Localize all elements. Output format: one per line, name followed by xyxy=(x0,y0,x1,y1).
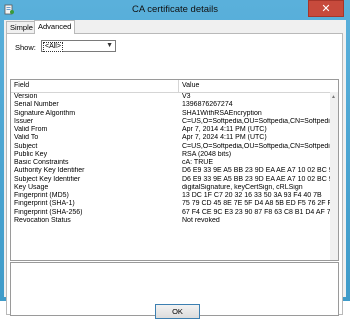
field-name: Authority Key Identifier xyxy=(14,167,85,175)
field-name: Fingerprint (SHA-1) xyxy=(14,200,75,208)
field-name: Valid To xyxy=(14,134,39,142)
field-value: SHA1WithRSAEncryption xyxy=(182,109,262,117)
field-value: 13 DC 1F C7 20 32 16 33 50 3A 93 F4 40 7… xyxy=(182,192,322,199)
table-row[interactable]: Key Usage digitalSignature, keyCertSign, … xyxy=(11,184,338,192)
scroll-up-arrow-icon[interactable]: ▲ xyxy=(331,94,336,100)
tab-simple[interactable]: Simple xyxy=(6,21,37,33)
table-row[interactable]: Revocation Status Not revoked xyxy=(11,217,338,225)
field-value: V3 xyxy=(182,93,191,100)
field-name: Basic Constraints xyxy=(14,159,69,166)
advanced-panel: Show: <All> ▼ Field Value Version V3 Seri… xyxy=(6,33,343,316)
field-value: C=US,O=Softpedia,OU=Softpedia,CN=Softped… xyxy=(182,142,334,150)
table-row[interactable]: Signature Algorithm SHA1WithRSAEncryption xyxy=(11,110,338,118)
dialog-window: CA certificate details ✕ Simple Advanced… xyxy=(0,0,350,319)
field-value: Not revoked xyxy=(182,216,220,224)
column-header-field[interactable]: Field xyxy=(14,82,29,89)
vertical-scrollbar[interactable]: ▲ xyxy=(330,92,338,260)
field-name: Key Usage xyxy=(14,183,49,191)
field-value: D6 E9 33 9E A5 BB 23 9D EA AE A7 10 02 B… xyxy=(182,167,335,175)
dialog-client-area: Simple Advanced Show: <All> ▼ Field Valu… xyxy=(4,20,346,319)
window-title: CA certificate details xyxy=(131,4,219,15)
field-name: Valid From xyxy=(14,126,48,133)
show-label: Show: xyxy=(15,43,36,52)
table-row[interactable]: Fingerprint (MD5) 13 DC 1F C7 20 32 16 33… xyxy=(11,192,338,200)
field-value: 75 79 CD 45 8E 7E 5F D4 A8 5B ED F5 76 2… xyxy=(182,200,335,208)
table-row[interactable]: Subject C=US,O=Softpedia,OU=Softpedia,CN=… xyxy=(11,143,338,151)
column-header-value[interactable]: Value xyxy=(182,82,199,89)
title-bar[interactable]: CA certificate details ✕ xyxy=(0,0,350,20)
tab-advanced[interactable]: Advanced xyxy=(34,20,76,34)
ok-button[interactable]: OK xyxy=(155,304,200,319)
table-row[interactable]: Public Key RSA (2048 bits) xyxy=(11,151,338,159)
field-name: Fingerprint (MD5) xyxy=(14,192,69,199)
field-value: C=US,O=Softpedia,OU=Softpedia,CN=Softped… xyxy=(182,117,334,125)
field-name: Issuer xyxy=(14,117,34,125)
close-icon: ✕ xyxy=(321,3,331,15)
close-button[interactable]: ✕ xyxy=(308,0,344,17)
field-name: Revocation Status xyxy=(14,216,71,224)
field-value: D6 E9 33 9E A5 BB 23 9D EA AE A7 10 02 B… xyxy=(182,175,335,183)
table-row[interactable]: Valid From Apr 7, 2014 4:11 PM (UTC) xyxy=(11,126,338,134)
table-header: Field Value xyxy=(11,80,338,93)
field-value: digitalSignature, keyCertSign, cRLSign xyxy=(182,183,303,191)
show-dropdown[interactable]: <All> ▼ xyxy=(41,40,116,52)
column-divider[interactable] xyxy=(178,80,179,92)
table-row[interactable]: Issuer C=US,O=Softpedia,OU=Softpedia,CN=S… xyxy=(11,118,338,126)
field-name: Serial Number xyxy=(14,101,59,109)
field-name: Version xyxy=(14,93,38,100)
field-name: Subject Key Identifier xyxy=(14,175,81,183)
field-name: Subject xyxy=(14,142,38,150)
table-row[interactable]: Serial Number 1396876267274 xyxy=(11,101,338,109)
field-name: Signature Algorithm xyxy=(14,109,76,117)
field-value: RSA (2048 bits) xyxy=(182,150,232,158)
table-row[interactable]: Version V3 xyxy=(11,93,338,101)
field-name: Public Key xyxy=(14,150,48,158)
chevron-down-icon: ▼ xyxy=(106,42,113,49)
field-value: 1396876267274 xyxy=(182,101,233,109)
field-value: Apr 7, 2024 4:11 PM (UTC) xyxy=(182,134,267,142)
table-row[interactable]: Fingerprint (SHA-256) 67 F4 CE 9C E3 23 9… xyxy=(11,209,338,217)
table-row[interactable]: Fingerprint (SHA-1) 75 79 CD 45 8E 7E 5F … xyxy=(11,200,338,208)
field-value: cA: TRUE xyxy=(182,159,213,166)
field-value: Apr 7, 2014 4:11 PM (UTC) xyxy=(182,126,267,133)
table-rows: Version V3 Serial Number 1396876267274 Sig… xyxy=(11,93,338,225)
table-row[interactable]: Valid To Apr 7, 2024 4:11 PM (UTC) xyxy=(11,134,338,142)
table-row[interactable]: Authority Key Identifier D6 E9 33 9E A5 B… xyxy=(11,167,338,175)
table-row[interactable]: Basic Constraints cA: TRUE xyxy=(11,159,338,167)
show-dropdown-value: <All> xyxy=(43,42,63,52)
table-row[interactable]: Subject Key Identifier D6 E9 33 9E A5 BB … xyxy=(11,176,338,184)
field-name: Fingerprint (SHA-256) xyxy=(14,208,83,216)
field-value: 67 F4 CE 9C E3 23 90 87 F8 63 C8 B1 D4 A… xyxy=(182,208,335,216)
certificate-fields-table[interactable]: Field Value Version V3 Serial Number 13968… xyxy=(10,79,339,261)
